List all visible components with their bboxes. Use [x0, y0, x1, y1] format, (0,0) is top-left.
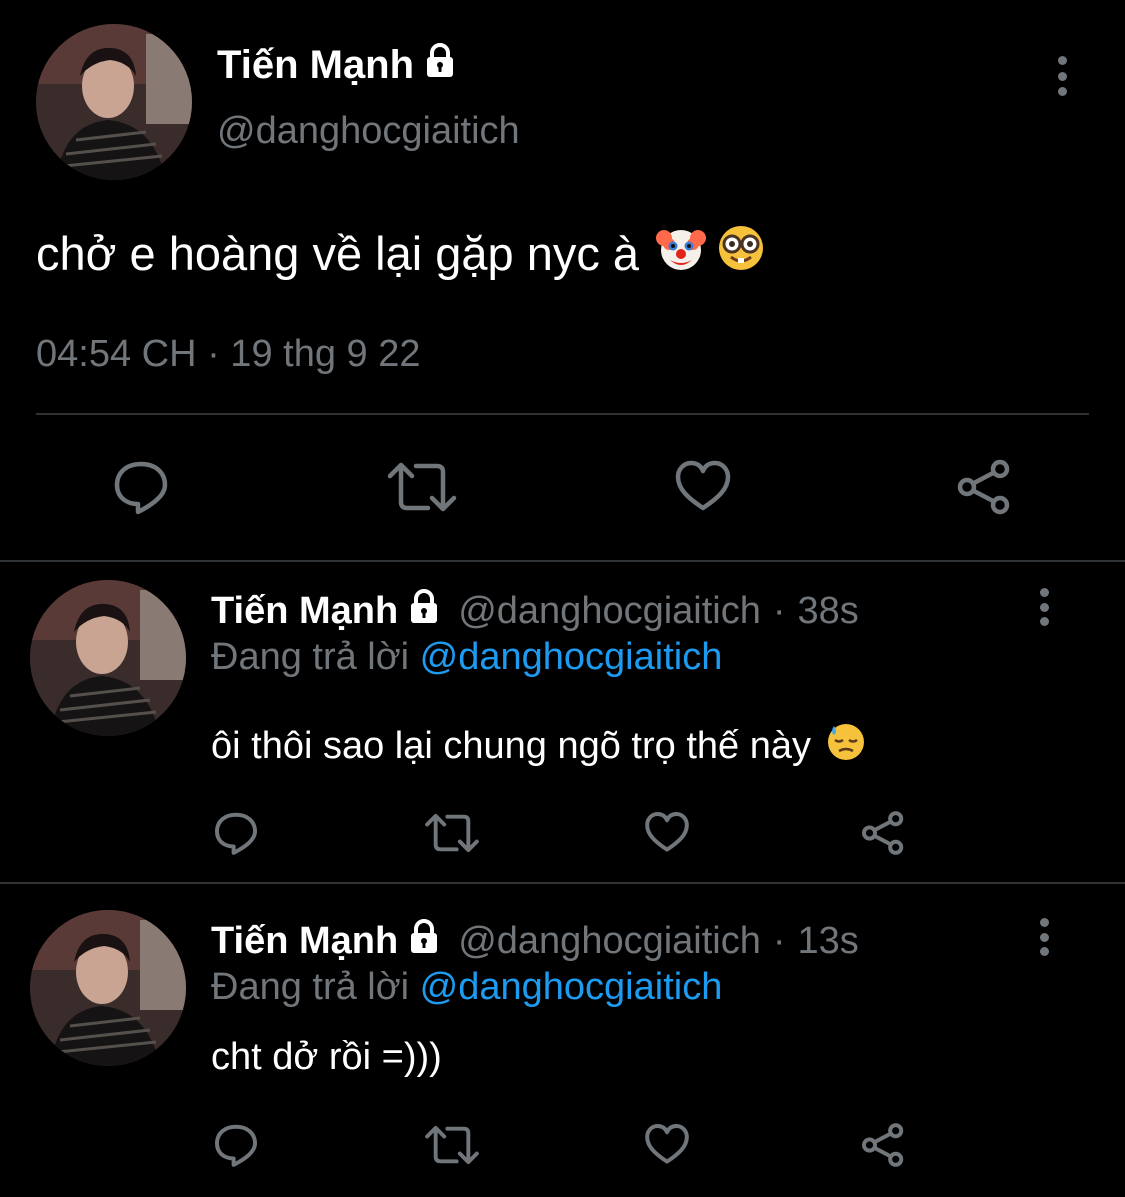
like-icon[interactable]	[644, 810, 690, 856]
reply-label: Đang trả lời	[211, 966, 410, 1008]
share-icon[interactable]	[860, 810, 906, 856]
reply-time[interactable]: 13s	[798, 920, 859, 963]
nerd-face-emoji	[715, 222, 767, 285]
author-name-text: Tiến Mạnh	[217, 42, 415, 87]
lock-icon	[404, 586, 444, 636]
reply-text-content: ôi thôi sao lại chung ngõ trọ thế này	[211, 724, 811, 767]
lock-icon	[420, 40, 460, 90]
avatar[interactable]	[36, 24, 192, 180]
like-icon[interactable]	[674, 458, 732, 516]
reply-text-content: cht dở rồi =)))	[211, 1036, 442, 1078]
author-name[interactable]: Tiến Mạnh	[211, 920, 398, 963]
downcast-face-with-sweat-emoji	[825, 720, 867, 772]
retweet-icon[interactable]	[424, 810, 480, 856]
share-icon[interactable]	[955, 458, 1013, 516]
author-handle[interactable]: @danghocgiaitich	[458, 920, 761, 963]
avatar[interactable]	[30, 580, 186, 736]
more-options-icon[interactable]	[1054, 56, 1070, 96]
reply-time[interactable]: 38s	[798, 590, 859, 633]
reply-header: Tiến Mạnh @danghocgiaitich · 13s	[211, 916, 859, 966]
clown-face-emoji	[655, 222, 707, 285]
retweet-icon[interactable]	[386, 458, 458, 516]
separator: ·	[772, 589, 786, 632]
share-icon[interactable]	[860, 1122, 906, 1168]
reply-icon[interactable]	[213, 810, 259, 856]
reply-icon[interactable]	[213, 1122, 259, 1168]
separator: ·	[772, 919, 786, 962]
divider	[36, 413, 1089, 415]
tweet-text: chở e hoàng về lại gặp nyc à	[36, 222, 767, 285]
reply-text: cht dở rồi =)))	[211, 1036, 442, 1079]
reply-icon[interactable]	[112, 458, 170, 516]
divider	[0, 882, 1125, 884]
reply-context: Đang trả lời @danghocgiaitich	[211, 966, 722, 1009]
reply-mention-link[interactable]: @danghocgiaitich	[420, 636, 723, 678]
reply-label: Đang trả lời	[211, 636, 410, 678]
author-name[interactable]: Tiến Mạnh	[211, 590, 398, 633]
author-handle[interactable]: @danghocgiaitich	[458, 590, 761, 633]
retweet-icon[interactable]	[424, 1122, 480, 1168]
reply-text: ôi thôi sao lại chung ngõ trọ thế này	[211, 720, 867, 772]
divider	[0, 560, 1125, 562]
more-options-icon[interactable]	[1036, 588, 1052, 626]
author-name[interactable]: Tiến Mạnh	[217, 40, 460, 90]
reply-mention-link[interactable]: @danghocgiaitich	[420, 966, 723, 1008]
tweet-timestamp[interactable]: 04:54 CH · 19 thg 9 22	[36, 333, 420, 376]
like-icon[interactable]	[644, 1122, 690, 1168]
lock-icon	[404, 916, 444, 966]
tweet-text-content: chở e hoàng về lại gặp nyc à	[36, 227, 640, 280]
reply-context: Đang trả lời @danghocgiaitich	[211, 636, 722, 679]
author-handle[interactable]: @danghocgiaitich	[217, 110, 520, 153]
reply-header: Tiến Mạnh @danghocgiaitich · 38s	[211, 586, 859, 636]
more-options-icon[interactable]	[1036, 918, 1052, 956]
avatar[interactable]	[30, 910, 186, 1066]
